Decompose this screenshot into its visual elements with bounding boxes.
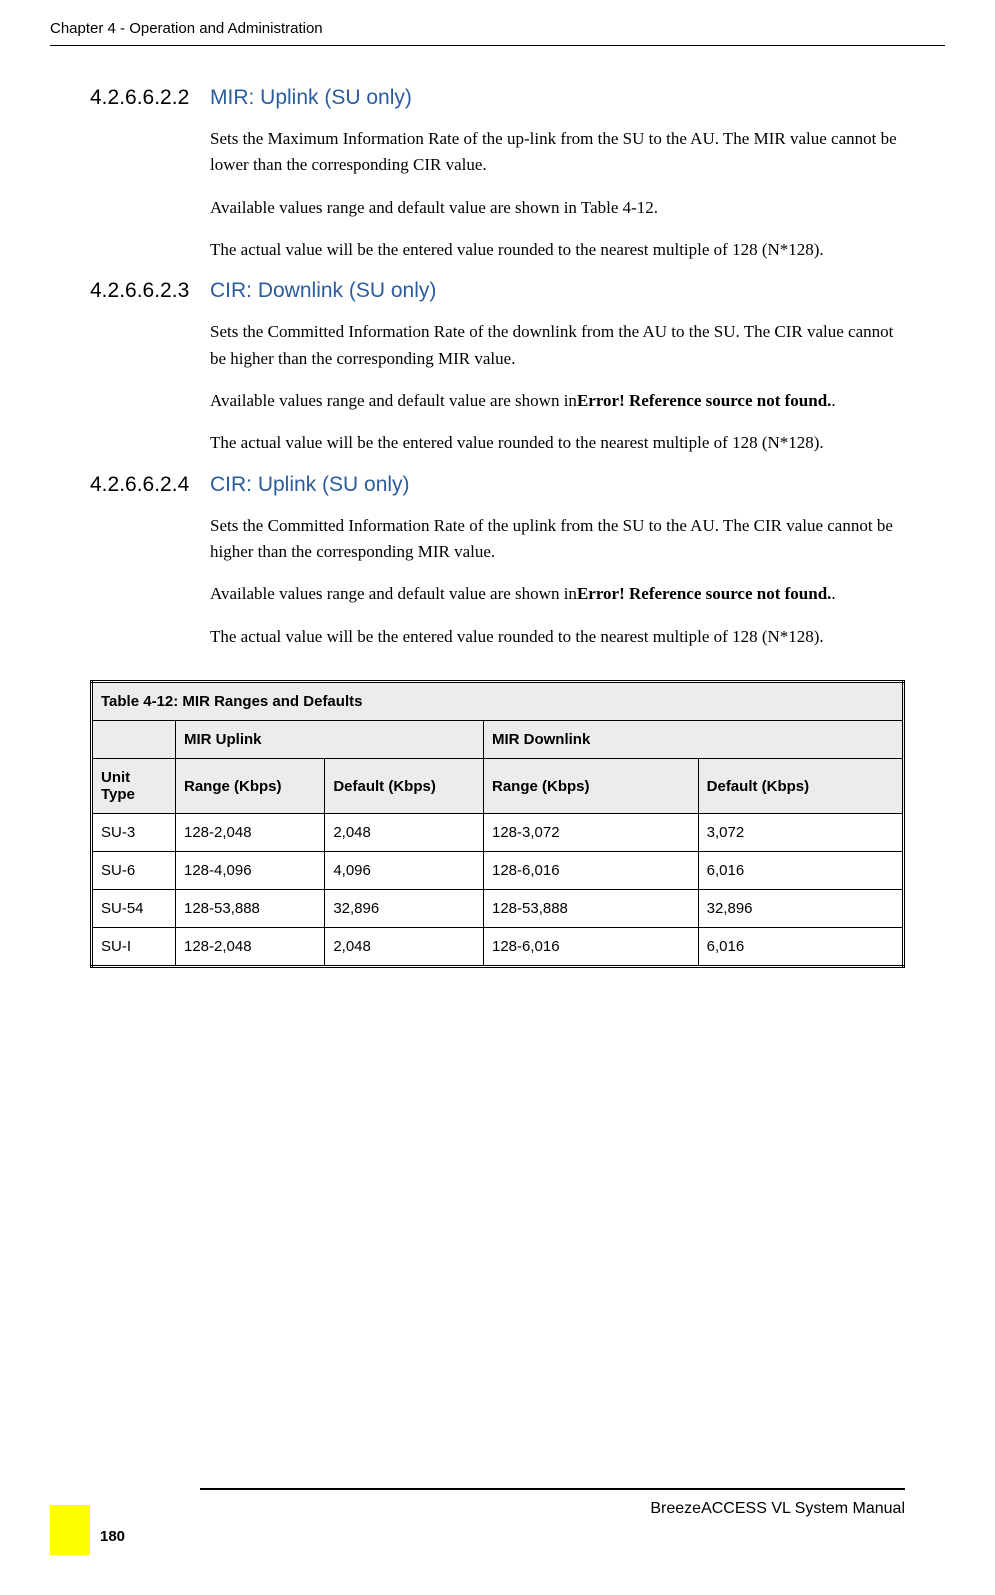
table-cell: 128-6,016 — [483, 928, 698, 967]
section-title: CIR: Downlink (SU only) — [210, 279, 436, 303]
mir-ranges-table: Table 4-12: MIR Ranges and Defaults MIR … — [90, 680, 905, 968]
table-cell: 128-2,048 — [176, 928, 325, 967]
error-ref: Error! Reference source not found. — [577, 584, 831, 603]
paragraph: Available values range and default value… — [210, 581, 905, 607]
table-caption: Table 4-12: MIR Ranges and Defaults — [92, 682, 904, 721]
para-text: The actual value will be the entered val… — [210, 240, 824, 259]
manual-name: BreezeACCESS VL System Manual — [50, 1500, 905, 1518]
section-heading-1: 4.2.6.6.2.2 MIR: Uplink (SU only) — [90, 86, 905, 110]
table-cell: SU-I — [92, 928, 176, 967]
content-area: 4.2.6.6.2.2 MIR: Uplink (SU only) Sets t… — [0, 46, 995, 968]
table-cell: 32,896 — [698, 890, 903, 928]
table-row: SU-3 128-2,048 2,048 128-3,072 3,072 — [92, 814, 904, 852]
error-ref: Error! Reference source not found. — [577, 391, 831, 410]
footer-divider — [200, 1488, 905, 1490]
table-cell: 128-6,016 — [483, 852, 698, 890]
para-text: Sets the Maximum Information Rate of the… — [210, 129, 897, 174]
para-text: Sets the Committed Information Rate of t… — [210, 516, 893, 561]
section-number: 4.2.6.6.2.4 — [90, 473, 210, 497]
para-text-pre: Available values range and default value… — [210, 584, 577, 603]
table-cell: 3,072 — [698, 814, 903, 852]
table-group-header: MIR Uplink — [176, 721, 484, 759]
chapter-title: Chapter 4 - Operation and Administration — [50, 20, 323, 37]
paragraph: Available values range and default value… — [210, 388, 905, 414]
table-row: SU-I 128-2,048 2,048 128-6,016 6,016 — [92, 928, 904, 967]
section-title: CIR: Uplink (SU only) — [210, 473, 410, 497]
table-cell: 4,096 — [325, 852, 484, 890]
section-heading-2: 4.2.6.6.2.3 CIR: Downlink (SU only) — [90, 279, 905, 303]
para-text: The actual value will be the entered val… — [210, 433, 824, 452]
para-text: Available values range and default value… — [210, 198, 658, 217]
paragraph: Sets the Committed Information Rate of t… — [210, 319, 905, 372]
para-text-pre: Available values range and default value… — [210, 391, 577, 410]
table-cell: SU-3 — [92, 814, 176, 852]
table-cell: 6,016 — [698, 852, 903, 890]
para-text: Sets the Committed Information Rate of t… — [210, 322, 893, 367]
paragraph: The actual value will be the entered val… — [210, 624, 905, 650]
table-row: SU-6 128-4,096 4,096 128-6,016 6,016 — [92, 852, 904, 890]
table-cell: 2,048 — [325, 814, 484, 852]
table-cell: 128-53,888 — [483, 890, 698, 928]
table-cell: 128-2,048 — [176, 814, 325, 852]
paragraph: Available values range and default value… — [210, 195, 905, 221]
section-heading-3: 4.2.6.6.2.4 CIR: Uplink (SU only) — [90, 473, 905, 497]
table-group-header — [92, 721, 176, 759]
page-header: Chapter 4 - Operation and Administration — [50, 0, 945, 46]
col-header: Default (Kbps) — [325, 759, 484, 814]
col-header: Range (Kbps) — [483, 759, 698, 814]
section-number: 4.2.6.6.2.3 — [90, 279, 210, 303]
table-cell: 128-53,888 — [176, 890, 325, 928]
paragraph: Sets the Committed Information Rate of t… — [210, 513, 905, 566]
para-text-post: . — [831, 584, 835, 603]
table-cell: 128-4,096 — [176, 852, 325, 890]
table-cell: 2,048 — [325, 928, 484, 967]
table-cell: 6,016 — [698, 928, 903, 967]
table-cell: SU-6 — [92, 852, 176, 890]
col-header: Unit Type — [92, 759, 176, 814]
paragraph: Sets the Maximum Information Rate of the… — [210, 126, 905, 179]
para-text: The actual value will be the entered val… — [210, 627, 824, 646]
page-footer: BreezeACCESS VL System Manual 180 — [50, 1488, 905, 1545]
paragraph: The actual value will be the entered val… — [210, 237, 905, 263]
table-group-header: MIR Downlink — [483, 721, 903, 759]
paragraph: The actual value will be the entered val… — [210, 430, 905, 456]
page-number: 180 — [100, 1528, 125, 1545]
para-text-post: . — [831, 391, 835, 410]
table-row: SU-54 128-53,888 32,896 128-53,888 32,89… — [92, 890, 904, 928]
table-cell: 32,896 — [325, 890, 484, 928]
section-number: 4.2.6.6.2.2 — [90, 86, 210, 110]
section-title: MIR: Uplink (SU only) — [210, 86, 412, 110]
table-cell: 128-3,072 — [483, 814, 698, 852]
col-header: Default (Kbps) — [698, 759, 903, 814]
col-header: Range (Kbps) — [176, 759, 325, 814]
yellow-marker — [50, 1505, 90, 1555]
table-cell: SU-54 — [92, 890, 176, 928]
